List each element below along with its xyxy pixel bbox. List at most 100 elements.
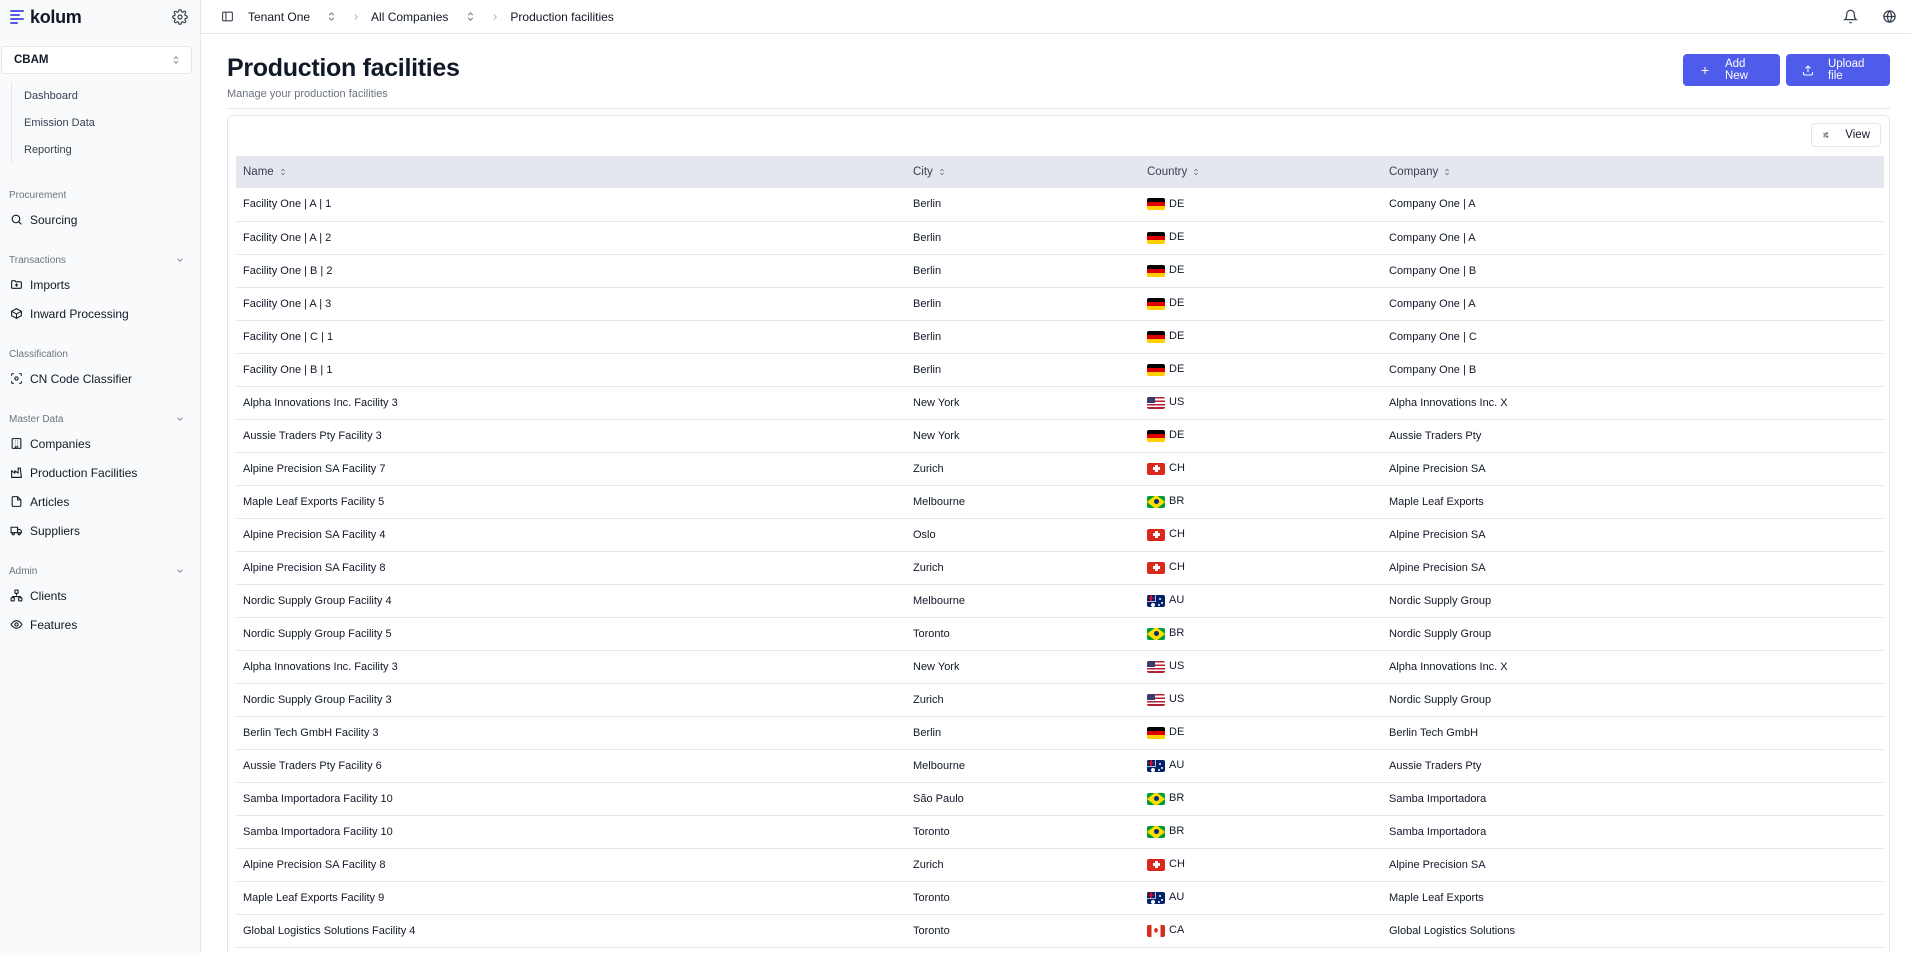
country-flag-icon [1147, 627, 1165, 640]
sidebar-item-label: Clients [30, 588, 67, 603]
country-code: CA [1169, 924, 1185, 937]
cell-city: Toronto [913, 825, 950, 838]
country-flag-icon [1147, 891, 1165, 904]
sidebar-item-label: Articles [30, 494, 70, 509]
kolum-logo-icon [10, 10, 24, 24]
table-row[interactable]: Maple Leaf Exports Facility 9 Toronto AU Ma… [236, 881, 1884, 914]
network-icon [10, 589, 23, 602]
cell-city: New York [913, 429, 960, 442]
submenu-item-emission-data[interactable]: Emission Data [24, 109, 200, 136]
column-header-country[interactable]: Country [1140, 156, 1382, 188]
table-row[interactable]: Alpine Precision SA Facility 4 Oslo CH Alpi… [236, 518, 1884, 551]
country-flag-icon [1147, 594, 1165, 607]
module-select[interactable]: CBAM [1, 46, 192, 74]
breadcrumb-tenant: Tenant One [248, 9, 311, 24]
cell-name: Facility One | C | 1 [243, 330, 334, 343]
section-label-transactions[interactable]: Transactions [0, 250, 200, 270]
table-row[interactable]: Nordic Supply Group Facility 3 Zurich US No… [236, 683, 1884, 716]
tenant-switcher[interactable]: Tenant One [248, 10, 337, 24]
cell-country: CH [1140, 848, 1382, 881]
globe-icon[interactable] [1882, 9, 1897, 24]
table-row[interactable]: Facility One | A | 2 Berlin DE Company One … [236, 221, 1884, 254]
table-row[interactable]: Samba Importadora Facility 10 Toronto BR Sa… [236, 815, 1884, 848]
cell-name: Alpine Precision SA Facility 8 [243, 561, 386, 574]
country-flag-icon [1147, 429, 1165, 442]
table-row[interactable]: Nordic Supply Group Facility 4 Melbourne A… [236, 584, 1884, 617]
column-header-name[interactable]: Name [236, 156, 906, 188]
submenu-item-reporting[interactable]: Reporting [24, 136, 200, 163]
table-row[interactable]: Aussie Traders Pty Facility 3 New York DE A… [236, 419, 1884, 452]
table-row[interactable]: Maple Leaf Exports Facility 5 Melbourne BR… [236, 485, 1884, 518]
column-header-city[interactable]: City [906, 156, 1140, 188]
table-row[interactable]: Aussie Traders Pty Facility 6 Melbourne AU… [236, 749, 1884, 782]
table-row[interactable]: Alpine Precision SA Facility 8 Zurich CH Al… [236, 848, 1884, 881]
cell-country: DE [1140, 716, 1382, 749]
country-flag-icon [1147, 792, 1165, 805]
country-code: US [1169, 396, 1185, 409]
column-header-company[interactable]: Company [1382, 156, 1884, 188]
table-row[interactable]: Alpine Precision SA Facility 7 Zurich CH Al… [236, 452, 1884, 485]
table-row[interactable]: Berlin Tech GmbH Facility 3 Berlin DE Berli… [236, 716, 1884, 749]
section-label-master-data[interactable]: Master Data [0, 409, 200, 429]
country-flag-icon [1147, 726, 1165, 739]
cell-city: Zurich [913, 561, 944, 574]
gear-icon[interactable] [172, 9, 188, 25]
table-row[interactable]: Facility One | A | 3 Berlin DE Company One … [236, 287, 1884, 320]
section-label-admin[interactable]: Admin [0, 561, 200, 581]
cell-name: Aussie Traders Pty Facility 6 [243, 759, 382, 772]
table-row[interactable]: Alpha Innovations Inc. Facility 3 New Yor… [236, 650, 1884, 683]
country-flag-icon [1147, 561, 1165, 574]
country-code: CH [1169, 528, 1185, 541]
bell-icon[interactable] [1843, 9, 1858, 24]
sidebar-item-features[interactable]: Features [0, 610, 200, 639]
table-row[interactable]: Samba Importadora Facility 10 São Paulo BR… [236, 782, 1884, 815]
country-code: BR [1169, 495, 1185, 508]
table-row[interactable]: Alpine Precision SA Facility 8 Zurich CH Al… [236, 551, 1884, 584]
table-row[interactable]: Facility One | B | 1 Berlin DE Company One … [236, 353, 1884, 386]
country-flag-icon [1147, 264, 1165, 277]
sidebar-item-clients[interactable]: Clients [0, 581, 200, 610]
cell-name: Facility One | A | 2 [243, 231, 332, 244]
sidebar-item-imports[interactable]: Imports [0, 270, 200, 299]
sidebar-toggle-icon[interactable] [221, 10, 234, 23]
cell-company: Alpha Innovations Inc. X [1389, 660, 1508, 673]
sidebar-item-companies[interactable]: Companies [0, 429, 200, 458]
submenu-item-dashboard[interactable]: Dashboard [24, 82, 200, 109]
country-flag-icon [1147, 363, 1165, 376]
sort-icon [939, 168, 944, 176]
table-row[interactable]: Facility One | C | 1 Berlin DE Company One … [236, 320, 1884, 353]
table-row[interactable]: Facility One | A | 1 Berlin DE Company One … [236, 188, 1884, 221]
table-row[interactable]: Alpha Innovations Inc. Facility 3 New Yor… [236, 386, 1884, 419]
sidebar-item-articles[interactable]: Articles [0, 487, 200, 516]
country-code: BR [1169, 627, 1185, 640]
sidebar-item-sourcing[interactable]: Sourcing [0, 205, 200, 234]
breadcrumb-company: All Companies [371, 9, 449, 24]
add-new-button[interactable]: Add New [1683, 54, 1780, 86]
table-row[interactable]: Global Logistics Solutions Facility 4 Tor… [236, 914, 1884, 947]
page-actions: Add New Upload file [1683, 54, 1890, 86]
upload-file-button[interactable]: Upload file [1786, 54, 1890, 86]
cell-country: CA [1140, 914, 1382, 947]
company-switcher[interactable]: All Companies [371, 10, 476, 24]
cell-city: New York [913, 396, 960, 409]
upload-icon [1802, 64, 1813, 75]
sidebar-item-inward-processing[interactable]: Inward Processing [0, 299, 200, 328]
chevron-down-icon [177, 258, 183, 262]
cell-company: Samba Importadora [1389, 825, 1487, 838]
sidebar-item-label: Companies [30, 436, 91, 451]
cell-company: Nordic Supply Group [1389, 594, 1492, 607]
table-row[interactable]: Nordic Supply Group Facility 5 Toronto BR N… [236, 617, 1884, 650]
cell-city: São Paulo [913, 792, 964, 805]
scan-icon [11, 373, 22, 384]
view-options-button[interactable]: View [1811, 123, 1881, 147]
cell-city: Toronto [913, 891, 950, 904]
sidebar-item-cn-code-classifier[interactable]: CN Code Classifier [0, 364, 200, 393]
sidebar-item-suppliers[interactable]: Suppliers [0, 516, 200, 545]
sidebar-item-label: Features [30, 617, 78, 632]
sidebar-item-production-facilities[interactable]: Production Facilities [0, 458, 200, 487]
cell-city: New York [913, 660, 960, 673]
table-row[interactable]: Facility One | B | 2 Berlin DE Company One … [236, 254, 1884, 287]
country-flag-icon [1147, 660, 1165, 673]
country-code: US [1169, 693, 1185, 706]
brand[interactable]: kolum [0, 0, 200, 34]
